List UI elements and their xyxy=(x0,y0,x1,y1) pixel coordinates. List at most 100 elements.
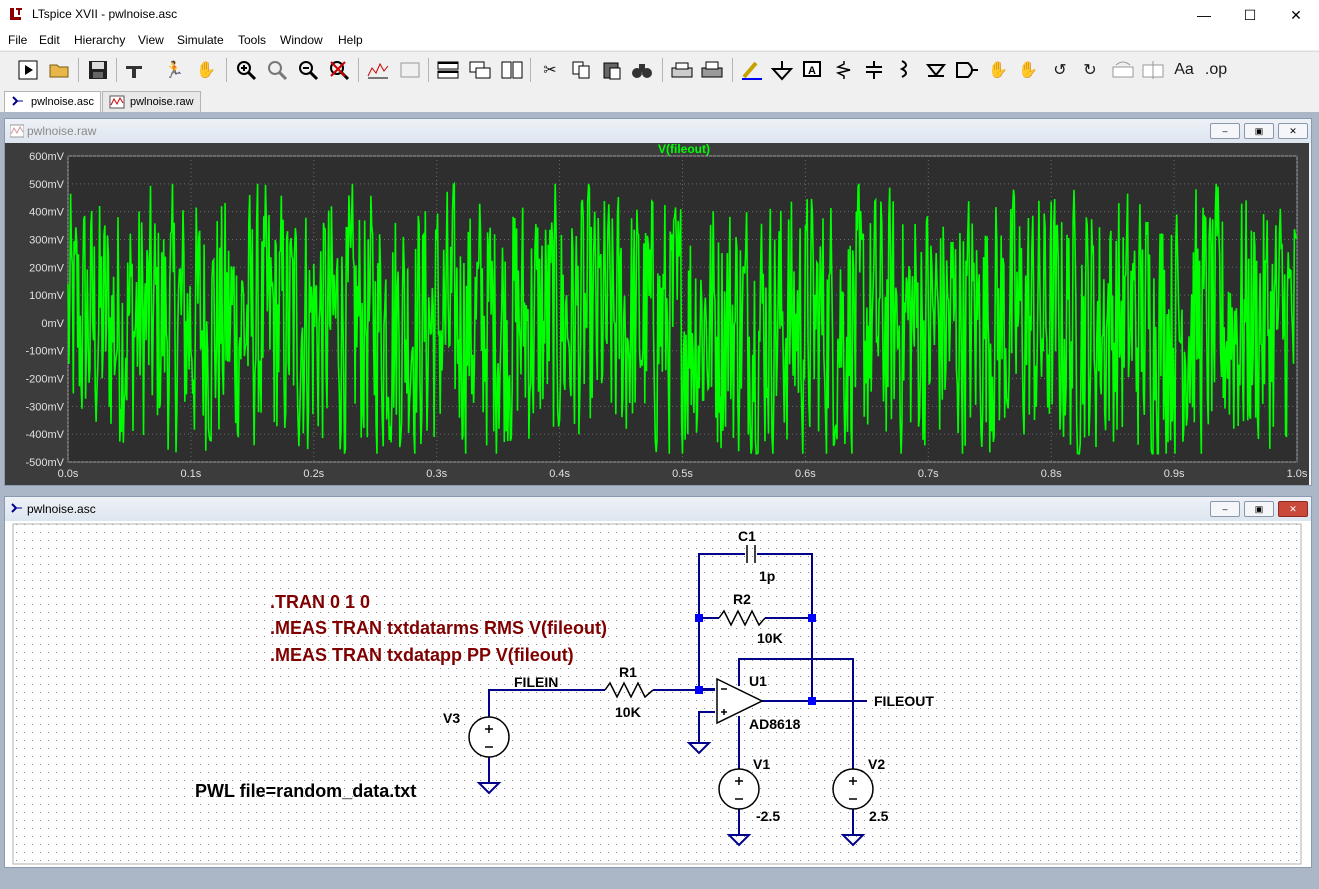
redo-icon[interactable]: ↻ xyxy=(1078,58,1102,82)
inductor-icon[interactable] xyxy=(892,58,916,82)
spice-directive-icon[interactable]: .op xyxy=(1204,58,1228,82)
rotate-icon[interactable] xyxy=(1110,58,1134,82)
move-icon[interactable]: ✋ xyxy=(986,58,1010,82)
menu-tools[interactable]: Tools xyxy=(238,33,266,47)
cascade-icon[interactable] xyxy=(468,58,492,82)
title-bar: LTspice XVII - pwlnoise.asc — ☐ ✕ xyxy=(0,0,1319,31)
print-icon[interactable] xyxy=(670,58,694,82)
open-icon[interactable] xyxy=(48,58,72,82)
zoom-in-icon[interactable] xyxy=(234,58,258,82)
directive-tran[interactable]: .TRAN 0 1 0 xyxy=(270,592,370,612)
child-restore-button[interactable]: ▣ xyxy=(1244,123,1274,139)
x-tick-label: 0.5s xyxy=(672,468,693,480)
v1-name[interactable]: V1 xyxy=(753,756,770,772)
c1-name[interactable]: C1 xyxy=(738,528,756,544)
y-tick-label: -300mV xyxy=(25,401,64,413)
zoom-area-icon[interactable] xyxy=(265,58,289,82)
menu-view[interactable]: View xyxy=(138,33,164,47)
y-tick-label: 0mV xyxy=(41,318,64,330)
close-button[interactable]: ✕ xyxy=(1273,0,1319,30)
menu-window[interactable]: Window xyxy=(280,33,323,47)
tile-horizontal-icon[interactable] xyxy=(436,58,460,82)
paste-icon[interactable] xyxy=(600,58,624,82)
ground-icon[interactable] xyxy=(770,58,794,82)
v2-value[interactable]: 2.5 xyxy=(869,808,889,824)
zoom-out-icon[interactable] xyxy=(296,58,320,82)
v1-value[interactable]: -2.5 xyxy=(756,808,780,824)
capacitor-icon[interactable] xyxy=(862,58,886,82)
child-minimize-button[interactable]: – xyxy=(1210,123,1240,139)
y-tick-label: 600mV xyxy=(29,151,65,163)
menu-file[interactable]: File xyxy=(8,33,27,47)
child-minimize-button[interactable]: – xyxy=(1210,501,1240,517)
x-tick-label: 0.7s xyxy=(918,468,939,480)
schematic-window: pwlnoise.asc – ▣ ✕ .TRAN 0 1 0 .MEAS TRA… xyxy=(4,496,1312,868)
save-icon[interactable] xyxy=(86,58,110,82)
menu-simulate[interactable]: Simulate xyxy=(177,33,224,47)
draw-wire-icon[interactable] xyxy=(740,58,764,82)
x-tick-label: 0.6s xyxy=(795,468,816,480)
voltage-source-v2[interactable] xyxy=(832,768,874,810)
pan-icon[interactable]: ✋ xyxy=(194,58,218,82)
maximize-button[interactable]: ☐ xyxy=(1227,0,1273,30)
child-close-button[interactable]: ✕ xyxy=(1278,123,1308,139)
voltage-source-v1[interactable] xyxy=(718,768,760,810)
child-close-button[interactable]: ✕ xyxy=(1278,501,1308,517)
zoom-fit-icon[interactable] xyxy=(327,58,351,82)
r2-name[interactable]: R2 xyxy=(733,591,751,607)
plot-settings-icon[interactable] xyxy=(398,58,422,82)
menu-hierarchy[interactable]: Hierarchy xyxy=(74,33,125,47)
tab-waveform-label: pwlnoise.raw xyxy=(130,96,194,108)
menu-edit[interactable]: Edit xyxy=(39,33,60,47)
minimize-button[interactable]: — xyxy=(1181,0,1227,30)
voltage-source-v3[interactable] xyxy=(468,716,510,758)
halt-icon[interactable]: 🏃 xyxy=(162,58,186,82)
mirror-icon[interactable] xyxy=(1140,58,1164,82)
copy-icon[interactable] xyxy=(570,58,594,82)
drag-icon[interactable]: ✋ xyxy=(1016,58,1040,82)
y-tick-label: -100mV xyxy=(25,346,64,358)
y-tick-label: -200mV xyxy=(25,374,64,386)
v3-name[interactable]: V3 xyxy=(443,710,460,726)
r1-name[interactable]: R1 xyxy=(619,664,637,680)
tile-vertical-icon[interactable] xyxy=(500,58,524,82)
diode-icon[interactable] xyxy=(924,58,948,82)
r2-value[interactable]: 10K xyxy=(757,630,783,646)
u1-name[interactable]: U1 xyxy=(749,673,767,689)
directive-meas-pp[interactable]: .MEAS TRAN txdatapp PP V(fileout) xyxy=(270,645,574,665)
cut-icon[interactable]: ✂ xyxy=(538,58,562,82)
label-net-icon[interactable]: A xyxy=(800,58,824,82)
component-icon[interactable] xyxy=(954,58,978,82)
c1-value[interactable]: 1p xyxy=(759,568,775,584)
r1-value[interactable]: 10K xyxy=(615,704,641,720)
y-tick-label: 300mV xyxy=(29,234,65,246)
x-tick-label: 0.9s xyxy=(1164,468,1185,480)
net-label-fileout[interactable]: FILEOUT xyxy=(874,693,934,709)
waveform-window-title: pwlnoise.raw xyxy=(27,124,97,138)
schematic-icon xyxy=(12,96,23,106)
pwl-source-text[interactable]: PWL file=random_data.txt xyxy=(195,781,416,801)
resistor-icon[interactable] xyxy=(832,58,856,82)
autorange-icon[interactable] xyxy=(366,58,390,82)
waveform-plot[interactable]: 600mV 500mV 400mV 300mV 200mV 100mV 0mV -100mV -… xyxy=(5,143,1309,485)
trace-label[interactable]: V(fileout) xyxy=(658,143,710,156)
undo-icon[interactable]: ↺ xyxy=(1048,58,1072,82)
control-panel-icon[interactable] xyxy=(124,58,148,82)
menu-help[interactable]: Help xyxy=(338,33,363,47)
tab-waveform[interactable]: pwlnoise.raw xyxy=(102,91,201,112)
u1-model[interactable]: AD8618 xyxy=(749,716,801,732)
run-icon[interactable] xyxy=(16,58,40,82)
net-label-filein[interactable]: FILEIN xyxy=(514,674,558,690)
y-tick-label: 500mV xyxy=(29,179,65,191)
tab-schematic-label: pwlnoise.asc xyxy=(31,96,94,108)
schematic-canvas[interactable]: .TRAN 0 1 0 .MEAS TRAN txtdatarms RMS V(… xyxy=(5,521,1309,867)
tab-schematic[interactable]: pwlnoise.asc xyxy=(4,91,101,112)
find-icon[interactable] xyxy=(630,58,654,82)
directive-meas-rms[interactable]: .MEAS TRAN txtdatarms RMS V(fileout) xyxy=(270,618,607,638)
menu-bar: File Edit Hierarchy View Simulate Tools … xyxy=(0,30,1319,50)
text-icon[interactable]: Aa xyxy=(1172,58,1196,82)
v2-name[interactable]: V2 xyxy=(868,756,885,772)
waveform-window-titlebar: pwlnoise.raw – ▣ ✕ xyxy=(5,119,1311,143)
print-setup-icon[interactable] xyxy=(700,58,724,82)
child-restore-button[interactable]: ▣ xyxy=(1244,501,1274,517)
